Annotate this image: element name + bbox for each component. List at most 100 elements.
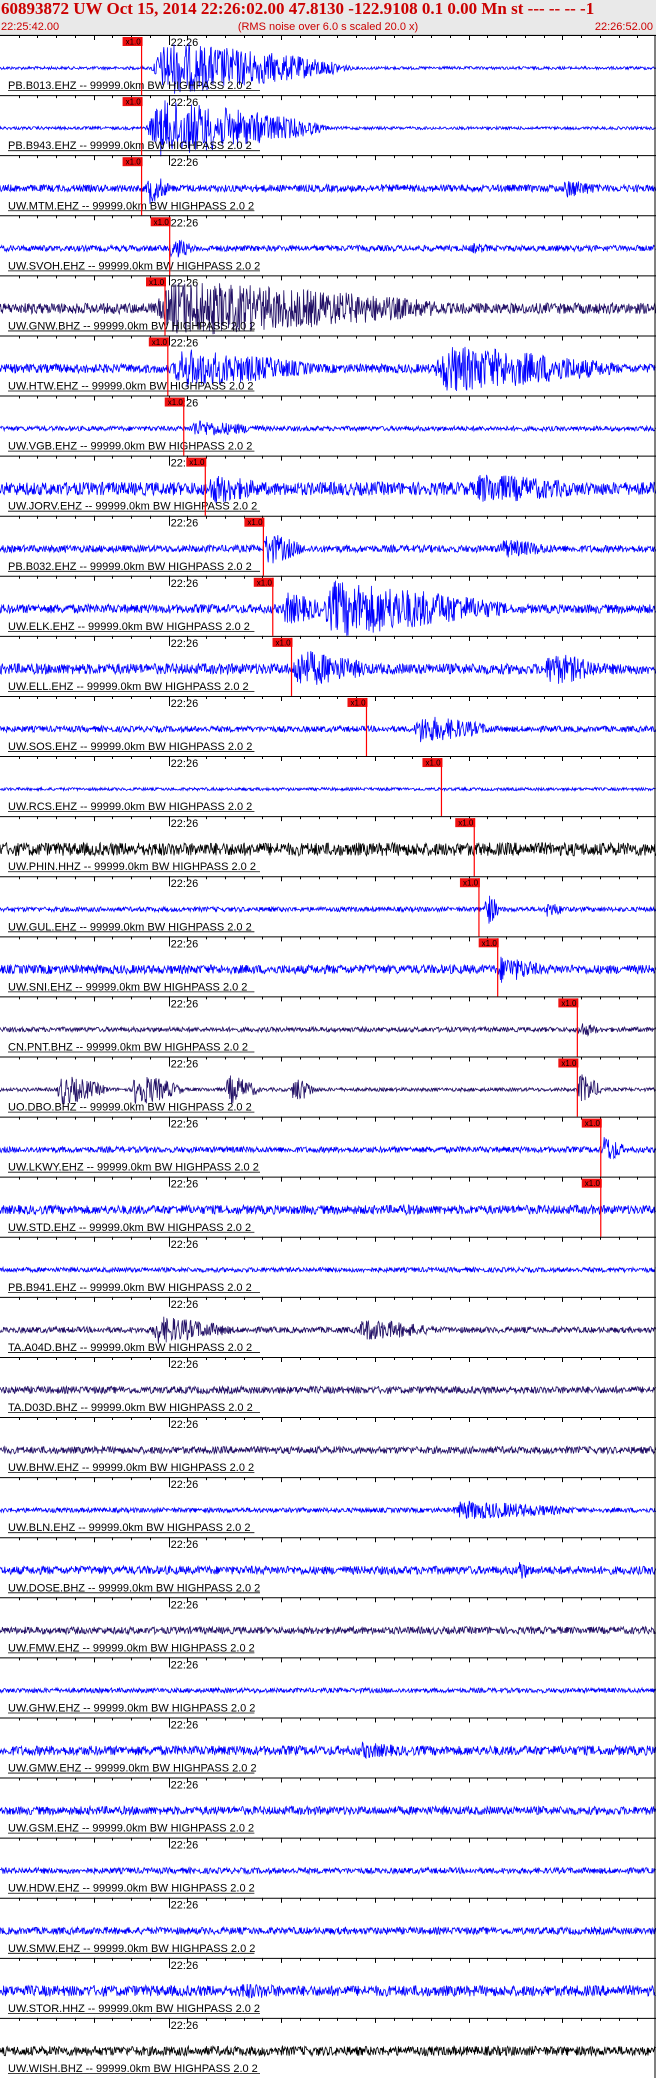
pick-label: x1.0 — [126, 158, 142, 167]
pick-label: x1.0 — [247, 518, 263, 527]
minute-tick-label: 22:26 — [171, 818, 199, 830]
pick-label: x1.0 — [585, 1119, 601, 1128]
waveform — [0, 1741, 656, 1760]
trace-row: 22:26UW.WISH.BHZ -- 99999.0km BW HIGHPAS… — [0, 2017, 656, 2075]
waveform — [0, 1686, 656, 1695]
seismogram-plot: 22:26PB.B013.EHZ -- 99999.0km BW HIGHPAS… — [0, 35, 656, 2078]
pick-label: x1.0 — [482, 939, 498, 948]
trace-row: 22:26UW.ELK.EHZ -- 99999.0km BW HIGHPASS… — [0, 575, 656, 636]
minute-tick-label: 22:26 — [171, 1599, 199, 1611]
trace-row: 22:26UW.JORV.EHZ -- 99999.0km BW HIGHPAS… — [0, 455, 656, 516]
trace-row: 22:26TA.A04D.BHZ -- 99999.0km BW HIGHPAS… — [0, 1296, 656, 1354]
trace-row: 22:26PB.B943.EHZ -- 99999.0km BW HIGHPAS… — [0, 95, 656, 157]
trace-row: 22:26UW.SNI.EHZ -- 99999.0km BW HIGHPASS… — [0, 936, 656, 997]
pick-label: x1.0 — [463, 879, 479, 888]
waveform — [0, 535, 656, 564]
trace-row: 22:26UW.GHW.EHZ -- 99999.0km BW HIGHPASS… — [0, 1657, 656, 1714]
waveform — [0, 474, 656, 504]
minute-tick-label: 22:26 — [171, 337, 199, 349]
trace-row: 22:26UW.RCS.EHZ -- 99999.0km BW HIGHPASS… — [0, 756, 656, 817]
minute-tick-label: 22:26 — [171, 1900, 199, 1912]
minute-tick-label: 22:26 — [171, 938, 199, 950]
minute-tick-label: 22:26 — [171, 1780, 199, 1792]
waveform — [0, 1562, 656, 1579]
waveform — [0, 1203, 656, 1216]
waveform — [0, 1074, 656, 1105]
minute-tick-label: 22:26 — [171, 1419, 199, 1431]
minute-tick-label: 22:26 — [171, 1479, 199, 1491]
trace-row: 22:26UW.DOSE.BHZ -- 99999.0km BW HIGHPAS… — [0, 1537, 656, 1594]
waveform — [0, 1385, 656, 1395]
pick-label: x1.0 — [126, 38, 142, 47]
trace-row: 22:26TA.D03D.BHZ -- 99999.0km BW HIGHPAS… — [0, 1356, 656, 1414]
pick-label: x1.0 — [561, 999, 577, 1008]
minute-tick-label: 22:26 — [171, 878, 199, 890]
waveform — [0, 1023, 656, 1037]
waveform — [0, 1804, 656, 1817]
pick-label: x1.0 — [149, 278, 165, 287]
pick-label: x1.0 — [189, 458, 205, 467]
trace-row: 22:26UW.HDW.EHZ -- 99999.0km BW HIGHPASS… — [0, 1837, 656, 1895]
trace-row: 22:26UW.VGB.EHZ -- 99999.0km BW HIGHPASS… — [0, 395, 656, 456]
waveform — [0, 1316, 656, 1344]
minute-tick-label: 22:26 — [171, 1239, 199, 1251]
waveform — [0, 956, 656, 983]
rms-scale-note: (RMS noise over 6.0 s scaled 20.0 x) — [237, 21, 419, 33]
trace-row: 22:26UW.GNW.BHZ -- 99999.0km BW HIGHPASS… — [0, 275, 656, 336]
minute-tick-label: 22:26 — [171, 37, 199, 49]
trace-row: 22:26UW.LKWY.EHZ -- 99999.0km BW HIGHPAS… — [0, 1116, 656, 1177]
minute-tick-label: 22:26 — [171, 578, 199, 590]
minute-tick-label: 22:26 — [171, 758, 199, 770]
waveform — [0, 1925, 656, 1936]
pick-label: x1.0 — [126, 98, 142, 107]
waveform — [0, 239, 656, 258]
pick-label: x1.0 — [425, 759, 441, 768]
pick-label: x1.0 — [458, 819, 474, 828]
waveform — [0, 1137, 656, 1160]
minute-tick-label: 22:26 — [171, 157, 199, 169]
minute-tick-label: 22:26 — [171, 1299, 199, 1311]
minute-tick-label: 22:26 — [171, 1359, 199, 1371]
trace-row: 22:26UW.ELL.EHZ -- 99999.0km BW HIGHPASS… — [0, 635, 656, 696]
waveform — [0, 651, 656, 685]
waveform — [0, 2044, 656, 2058]
pick-label: x1.0 — [350, 698, 366, 707]
minute-tick-label: 22:26 — [171, 1539, 199, 1551]
pick-label: x1.0 — [168, 398, 184, 407]
waveform — [0, 1445, 656, 1456]
trace-row: 22:26UW.GMW.EHZ -- 99999.0km BW HIGHPASS… — [0, 1717, 656, 1775]
pick-label: x1.0 — [154, 218, 170, 227]
minute-tick-label: 22:26 — [171, 1659, 199, 1671]
waveform — [0, 786, 656, 793]
waveform — [0, 1625, 656, 1636]
minute-tick-label: 22:26 — [171, 1840, 199, 1852]
minute-tick-label: 22:26 — [171, 1059, 199, 1071]
minute-tick-label: 22:26 — [171, 1719, 199, 1731]
minute-tick-label: 22:26 — [171, 1179, 199, 1191]
trace-row: 22:26UW.BLN.EHZ -- 99999.0km BW HIGHPASS… — [0, 1477, 656, 1534]
trace-row: 22:26UW.GSM.EHZ -- 99999.0km BW HIGHPASS… — [0, 1777, 656, 1835]
pick-label: x1.0 — [561, 1059, 577, 1068]
trace-row: 22:26UW.BHW.EHZ -- 99999.0km BW HIGHPASS… — [0, 1417, 656, 1474]
plot-header: 60893872 UW Oct 15, 2014 22:26:02.00 47.… — [0, 0, 656, 35]
trace-row: 22:26UW.SVOH.EHZ -- 99999.0km BW HIGHPAS… — [0, 215, 656, 276]
waveform — [0, 1983, 656, 1999]
waveform — [0, 1500, 656, 1519]
trace-row: 22:26PB.B032.EHZ -- 99999.0km BW HIGHPAS… — [0, 515, 656, 576]
waveform — [0, 420, 656, 436]
trace-row: 22:26UW.HTW.EHZ -- 99999.0km BW HIGHPASS… — [0, 335, 656, 396]
trace-row: 22:26CN.PNT.BHZ -- 99999.0km BW HIGHPASS… — [0, 996, 656, 1057]
waveform — [0, 1866, 656, 1876]
trace-row: 22:26UW.SOS.EHZ -- 99999.0km BW HIGHPASS… — [0, 695, 656, 757]
minute-tick-label: 22:26 — [171, 698, 199, 710]
trace-row: 22:26PB.B013.EHZ -- 99999.0km BW HIGHPAS… — [0, 35, 656, 96]
minute-tick-label: 22:26 — [171, 638, 199, 650]
waveform — [0, 841, 656, 857]
trace-row: 22:26UO.DBO.BHZ -- 99999.0km BW HIGHPASS… — [0, 1056, 656, 1117]
pick-label: x1.0 — [257, 578, 273, 587]
pick-label: x1.0 — [276, 638, 292, 647]
end-time-label: 22:26:52.00 — [594, 21, 653, 33]
trace-row: 22:26UW.FMW.EHZ -- 99999.0km BW HIGHPASS… — [0, 1597, 656, 1654]
waveform — [0, 716, 656, 743]
minute-tick-label: 22:26 — [171, 2020, 199, 2032]
